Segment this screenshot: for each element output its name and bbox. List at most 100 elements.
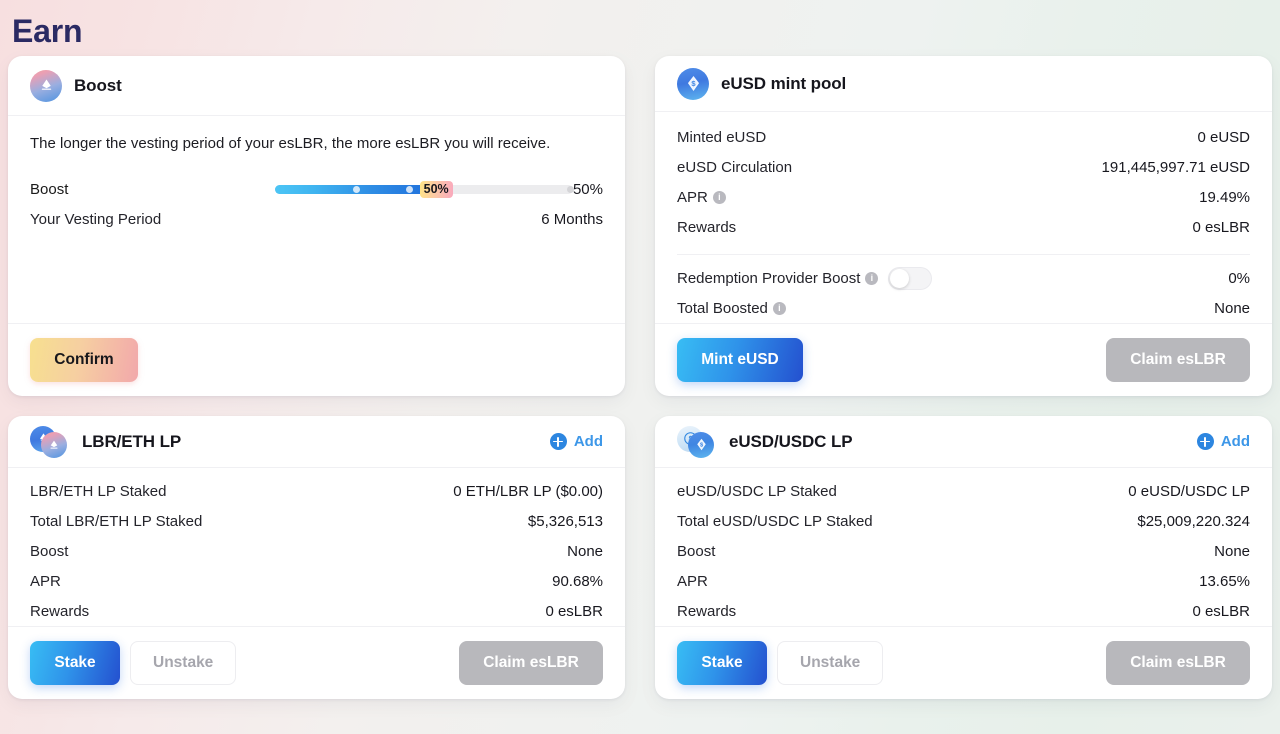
claim-eslbr-button[interactable]: Claim esLBR	[459, 641, 603, 685]
stake-button[interactable]: Stake	[30, 641, 120, 685]
mint-card-divider	[677, 254, 1250, 255]
lbr-eth-apr-label: APR	[30, 573, 61, 590]
eusd-usdc-apr-label: APR	[677, 573, 708, 590]
eusd-usdc-staked-row: eUSD/USDC LP Staked 0 eUSD/USDC LP	[677, 476, 1250, 506]
lbr-eth-card-footer: Stake Unstake Claim esLBR	[8, 626, 625, 699]
total-boosted-label: Total Boosted i	[677, 300, 786, 317]
rewards-label: Rewards	[677, 219, 736, 236]
apr-label-text: APR	[677, 189, 708, 206]
total-eusd-usdc-staked-label: Total eUSD/USDC LP Staked	[677, 513, 873, 530]
boost-card-title: Boost	[74, 76, 122, 96]
info-icon[interactable]: i	[773, 302, 786, 315]
unstake-button[interactable]: Unstake	[777, 641, 883, 685]
unstake-button[interactable]: Unstake	[130, 641, 236, 685]
boost-card: Boost The longer the vesting period of y…	[8, 56, 625, 396]
minted-eusd-row: Minted eUSD 0 eUSD	[677, 122, 1250, 152]
apr-label: APR i	[677, 189, 726, 206]
redemption-provider-boost-value: 0%	[1228, 270, 1250, 287]
add-label: Add	[574, 433, 603, 450]
usdc-eusd-pair-icon: $ $	[677, 426, 717, 458]
lbr-token-icon	[30, 70, 62, 102]
lbr-eth-rewards-row: Rewards 0 esLBR	[30, 596, 603, 626]
slider-tick-2	[406, 186, 413, 193]
eusd-usdc-card-title: eUSD/USDC LP	[729, 432, 853, 452]
rewards-value: 0 esLBR	[1192, 219, 1250, 236]
apr-row: APR i 19.49%	[677, 182, 1250, 212]
eusd-usdc-staked-label: eUSD/USDC LP Staked	[677, 483, 837, 500]
lbr-eth-boost-row: Boost None	[30, 536, 603, 566]
eusd-usdc-rewards-label: Rewards	[677, 603, 736, 620]
mint-card-footer: Mint eUSD Claim esLBR	[655, 323, 1272, 396]
confirm-button[interactable]: Confirm	[30, 338, 138, 382]
eusd-circulation-label: eUSD Circulation	[677, 159, 792, 176]
eusd-usdc-card-body: eUSD/USDC LP Staked 0 eUSD/USDC LP Total…	[655, 468, 1272, 626]
boost-slider-row: Boost 50% 50%	[30, 174, 603, 204]
eusd-circulation-value: 191,445,997.71 eUSD	[1102, 159, 1250, 176]
total-boosted-value: None	[1214, 300, 1250, 317]
redemption-provider-boost-row: Redemption Provider Boost i 0%	[677, 263, 1250, 293]
slider-thumb-label[interactable]: 50%	[420, 181, 453, 198]
vesting-period-label: Your Vesting Period	[30, 211, 161, 228]
total-eusd-usdc-staked-row: Total eUSD/USDC LP Staked $25,009,220.32…	[677, 506, 1250, 536]
mint-card-body: Minted eUSD 0 eUSD eUSD Circulation 191,…	[655, 112, 1272, 323]
slider-tick-1	[353, 186, 360, 193]
info-icon[interactable]: i	[713, 191, 726, 204]
lbr-eth-card-body: LBR/ETH LP Staked 0 ETH/LBR LP ($0.00) T…	[8, 468, 625, 626]
boost-card-footer: Confirm	[8, 323, 625, 396]
slider-tick-3	[567, 186, 574, 193]
total-lbr-eth-staked-label: Total LBR/ETH LP Staked	[30, 513, 202, 530]
lbr-eth-apr-row: APR 90.68%	[30, 566, 603, 596]
total-eusd-usdc-staked-value: $25,009,220.324	[1137, 513, 1250, 530]
stake-button[interactable]: Stake	[677, 641, 767, 685]
add-liquidity-button[interactable]: Add	[550, 433, 603, 450]
plus-circle-icon	[550, 433, 567, 450]
eusd-usdc-card-footer: Stake Unstake Claim esLBR	[655, 626, 1272, 699]
mint-card-header: $ eUSD mint pool	[655, 56, 1272, 112]
eusd-usdc-staked-value: 0 eUSD/USDC LP	[1128, 483, 1250, 500]
redemption-label-text: Redemption Provider Boost	[677, 270, 860, 287]
boost-slider[interactable]: 50%	[275, 181, 573, 197]
eusd-circulation-row: eUSD Circulation 191,445,997.71 eUSD	[677, 152, 1250, 182]
mint-card-title: eUSD mint pool	[721, 74, 846, 94]
boost-description: The longer the vesting period of your es…	[30, 132, 603, 174]
boost-card-spacer	[30, 234, 603, 246]
eusd-usdc-card-header: $ $ eUSD/USDC LP Add	[655, 416, 1272, 468]
total-lbr-eth-staked-value: $5,326,513	[528, 513, 603, 530]
lbr-eth-boost-value: None	[567, 543, 603, 560]
boost-card-body: The longer the vesting period of your es…	[8, 116, 625, 323]
lbr-eth-boost-label: Boost	[30, 543, 68, 560]
lbr-eth-card-title: LBR/ETH LP	[82, 432, 181, 452]
eusd-mint-pool-card: $ eUSD mint pool Minted eUSD 0 eUSD eUSD…	[655, 56, 1272, 396]
eusd-token-icon: $	[677, 68, 709, 100]
add-liquidity-button[interactable]: Add	[1197, 433, 1250, 450]
eusd-usdc-boost-row: Boost None	[677, 536, 1250, 566]
lbr-eth-card-header: LBR/ETH LP Add	[8, 416, 625, 468]
earn-page: Earn Boost The longer the vesting period…	[0, 0, 1280, 734]
minted-eusd-label: Minted eUSD	[677, 129, 766, 146]
eusd-usdc-apr-row: APR 13.65%	[677, 566, 1250, 596]
lbr-eth-staked-label: LBR/ETH LP Staked	[30, 483, 166, 500]
eusd-usdc-rewards-value: 0 esLBR	[1192, 603, 1250, 620]
boost-slider-label: Boost	[30, 181, 68, 198]
info-icon[interactable]: i	[865, 272, 878, 285]
lbr-eth-lp-card: LBR/ETH LP Add LBR/ETH LP Staked 0 ETH/L…	[8, 416, 625, 699]
vesting-period-row: Your Vesting Period 6 Months	[30, 204, 603, 234]
lbr-eth-rewards-label: Rewards	[30, 603, 89, 620]
plus-circle-icon	[1197, 433, 1214, 450]
eth-lbr-pair-icon	[30, 426, 70, 458]
eusd-usdc-boost-value: None	[1214, 543, 1250, 560]
page-title: Earn	[8, 0, 1272, 56]
redemption-provider-boost-toggle[interactable]	[888, 267, 932, 290]
eusd-token-icon: $	[688, 432, 714, 458]
total-lbr-eth-staked-row: Total LBR/ETH LP Staked $5,326,513	[30, 506, 603, 536]
eusd-usdc-boost-label: Boost	[677, 543, 715, 560]
lbr-token-icon	[41, 432, 67, 458]
apr-value: 19.49%	[1199, 189, 1250, 206]
claim-eslbr-button[interactable]: Claim esLBR	[1106, 641, 1250, 685]
vesting-period-value: 6 Months	[541, 211, 603, 228]
total-boosted-label-text: Total Boosted	[677, 300, 768, 317]
mint-eusd-button[interactable]: Mint eUSD	[677, 338, 803, 382]
eusd-usdc-apr-value: 13.65%	[1199, 573, 1250, 590]
boost-card-header: Boost	[8, 56, 625, 116]
claim-eslbr-button[interactable]: Claim esLBR	[1106, 338, 1250, 382]
